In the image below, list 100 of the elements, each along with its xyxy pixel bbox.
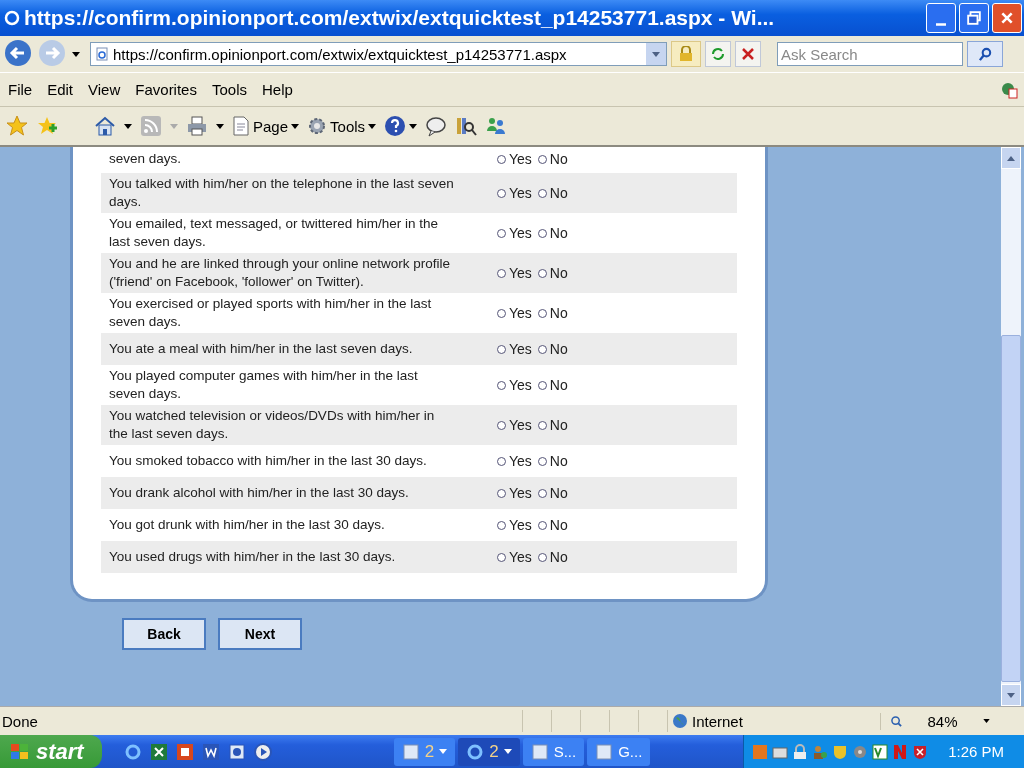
window-icon	[530, 742, 549, 761]
caret-icon[interactable]	[216, 123, 224, 129]
question-text: You emailed, text messaged, or twittered him/her in the last seven days.	[109, 215, 439, 251]
menu-item[interactable]: View	[88, 81, 129, 98]
back-nav-button[interactable]	[4, 39, 34, 69]
research-icon[interactable]	[455, 115, 478, 137]
radio-option[interactable]: No	[537, 341, 568, 357]
scrollbar[interactable]	[1001, 147, 1021, 706]
clock: 1:26 PM	[948, 743, 1004, 760]
radio-option[interactable]: Yes	[497, 341, 532, 357]
search-field[interactable]: Ask Search	[777, 42, 963, 66]
radio-option[interactable]: No	[537, 225, 568, 241]
radio-option[interactable]: Yes	[497, 377, 532, 393]
question-text: You smoked tobacco with him/her in the last 30 days.	[109, 452, 428, 470]
tray-icon[interactable]	[872, 743, 889, 760]
caret-icon	[983, 719, 990, 723]
taskbar-button[interactable]: G...	[587, 737, 651, 766]
browser-icon	[466, 742, 485, 761]
menu-item[interactable]: Edit	[47, 81, 82, 98]
radio-option[interactable]: No	[537, 453, 568, 469]
media-play-icon[interactable]	[253, 742, 272, 761]
caret-icon	[368, 123, 377, 129]
radio-option[interactable]: Yes	[497, 185, 532, 201]
up-arrow-icon[interactable]	[1007, 155, 1015, 161]
caret-icon[interactable]	[124, 123, 132, 129]
radio-option[interactable]: No	[537, 417, 568, 433]
tray-icon[interactable]	[852, 743, 869, 760]
radio-option[interactable]: No	[537, 517, 568, 533]
window-icon[interactable]	[227, 742, 246, 761]
menu-item[interactable]: Tools	[211, 81, 255, 98]
lock-icon[interactable]	[792, 743, 809, 760]
radio-option[interactable]: No	[537, 549, 568, 565]
window-icon	[401, 742, 420, 761]
spreadsheet-icon[interactable]	[149, 742, 168, 761]
question-text: You talked with him/her on the telephone in the last seven days.	[109, 175, 454, 211]
add-favorite-icon[interactable]	[36, 115, 58, 137]
globe-pdf-icon[interactable]	[1000, 80, 1018, 99]
radio-option[interactable]: Yes	[497, 417, 532, 433]
restore-icon	[967, 11, 981, 25]
help-icon	[384, 115, 407, 137]
down-arrow-icon[interactable]	[1007, 692, 1015, 698]
menu-item[interactable]: Help	[262, 81, 301, 98]
next-button[interactable]: Next	[218, 618, 302, 650]
document-icon[interactable]	[201, 742, 220, 761]
home-icon[interactable]	[94, 115, 116, 137]
question-text: You exercised or played sports with him/her in the last seven days.	[109, 295, 433, 331]
minimize-button[interactable]	[926, 3, 956, 33]
status-text: Done	[1, 712, 39, 730]
radio-option[interactable]: No	[537, 485, 568, 501]
close-icon	[1000, 11, 1014, 25]
caret-icon[interactable]	[72, 51, 80, 57]
zoom-icon	[891, 715, 902, 727]
radio-option[interactable]: Yes	[497, 517, 532, 533]
gear-icon	[307, 116, 328, 136]
lock-icon[interactable]	[671, 41, 701, 67]
refresh-icon	[710, 46, 726, 62]
browser-icon[interactable]	[123, 742, 142, 761]
page-icon	[95, 47, 109, 61]
radio-option[interactable]: Yes	[497, 453, 532, 469]
taskbar-button[interactable]: 2	[458, 737, 520, 766]
radio-option[interactable]: No	[537, 305, 568, 321]
radio-option[interactable]: No	[537, 265, 568, 281]
radio-option[interactable]: No	[537, 377, 568, 393]
question-text: You and he are linked through your online network profile ('friend' on Facebook, 'follower' on Twitter).	[109, 255, 451, 291]
stop-button[interactable]	[735, 41, 761, 67]
page-menu-button[interactable]: Page	[232, 116, 300, 136]
minimize-icon	[936, 22, 946, 26]
tools-menu-button[interactable]: Tools	[307, 116, 377, 136]
dropdown-button[interactable]	[646, 43, 666, 65]
close-icon	[740, 46, 756, 62]
radio-option[interactable]: Yes	[497, 549, 532, 565]
radio-option[interactable]: No	[537, 185, 568, 201]
caret-icon	[409, 123, 418, 129]
messenger-icon[interactable]	[485, 115, 508, 137]
radio-option[interactable]: Yes	[497, 485, 532, 501]
zoom-button[interactable]: 84%	[880, 712, 1000, 730]
caret-icon	[439, 749, 448, 754]
address-field[interactable]: https://confirm.opinionport.com/extwix/extquicktest_p14253771.aspx	[90, 42, 667, 66]
radio-option[interactable]: Yes	[497, 305, 532, 321]
close-button[interactable]	[992, 3, 1022, 33]
refresh-button[interactable]	[705, 41, 731, 67]
radio-option[interactable]: Yes	[497, 151, 532, 167]
presentation-icon[interactable]	[175, 742, 194, 761]
shield-icon[interactable]	[912, 743, 929, 760]
radio-option[interactable]: Yes	[497, 265, 532, 281]
speech-bubble-icon[interactable]	[425, 115, 448, 137]
taskbar-button[interactable]: S...	[522, 737, 585, 766]
search-button[interactable]	[967, 41, 1003, 67]
radio-option[interactable]: No	[537, 151, 568, 167]
restore-button[interactable]	[959, 3, 989, 33]
menu-item[interactable]: File	[8, 81, 41, 98]
star-icon[interactable]	[6, 115, 28, 137]
browser-icon	[4, 10, 20, 26]
page-icon	[232, 116, 250, 136]
search-icon	[977, 46, 993, 62]
radio-option[interactable]: Yes	[497, 225, 532, 241]
back-button[interactable]: Back	[122, 618, 206, 650]
menu-item[interactable]: Favorites	[135, 81, 205, 98]
printer-icon[interactable]	[186, 115, 208, 137]
help-button[interactable]	[384, 115, 418, 137]
